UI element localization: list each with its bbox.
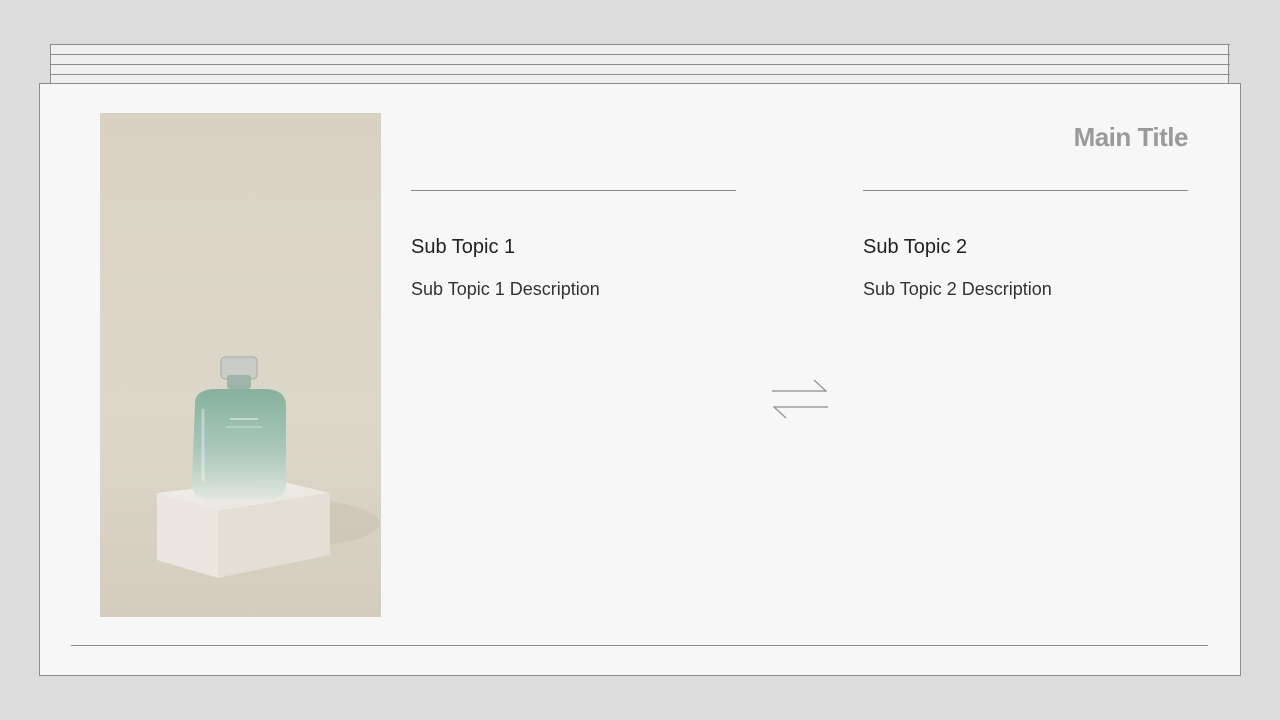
swap-arrows-icon <box>770 377 830 421</box>
sub-topic-2-title: Sub Topic 2 <box>863 236 968 258</box>
product-photo <box>100 113 381 617</box>
sub-topic-2-description: Sub Topic 2 Description <box>863 279 1052 299</box>
page-stack-edge <box>50 64 1230 65</box>
page-stack-edge <box>50 44 1230 45</box>
main-title: Main Title <box>1073 122 1189 152</box>
page-stack-edge <box>50 74 1230 75</box>
topic-1-divider <box>411 190 736 191</box>
footer-divider <box>71 645 1208 646</box>
sub-topic-1-title: Sub Topic 1 <box>411 236 516 258</box>
sub-topic-1-description: Sub Topic 1 Description <box>411 279 600 299</box>
page-stack-edge <box>50 54 1230 55</box>
topic-2-divider <box>863 190 1188 191</box>
